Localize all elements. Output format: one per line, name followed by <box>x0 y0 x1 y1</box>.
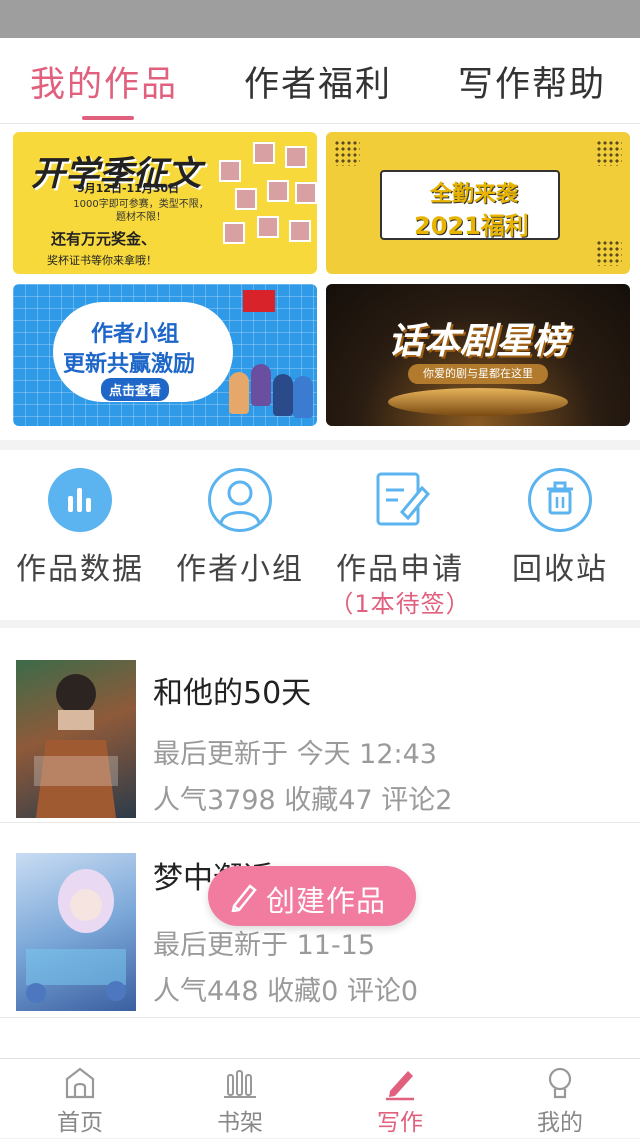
banner-attendance-bonus[interactable]: 全勤来袭 2021福利 <box>326 132 630 274</box>
list-item[interactable]: 和他的50天 最后更新于 今天 12:43 人气3798 收藏47 评论2 <box>0 628 640 823</box>
create-work-label: 创建作品 <box>266 884 387 918</box>
flag-icon <box>243 290 275 312</box>
bottom-nav: 首页 书架 写作 我的 <box>0 1058 640 1138</box>
quick-actions: 作品数据 作者小组 作品申请 （1本待签） 回收站 <box>0 450 640 620</box>
action-work-data[interactable]: 作品数据 <box>0 450 160 620</box>
photo-thumbnail <box>289 220 311 242</box>
photo-thumbnail <box>235 188 257 210</box>
banner-title: 话本剧星榜 <box>388 321 569 362</box>
photo-thumbnail <box>267 180 289 202</box>
profile-icon <box>548 1067 572 1099</box>
nav-write[interactable]: 写作 <box>320 1059 480 1139</box>
banner-line2: 2021福利 <box>414 212 529 240</box>
pencil-icon <box>231 884 257 912</box>
photo-thumbnail <box>219 160 241 182</box>
banner-view-button[interactable]: 点击查看 <box>101 378 170 401</box>
works-list: 和他的50天 最后更新于 今天 12:43 人气3798 收藏47 评论2 梦中… <box>0 628 640 1058</box>
action-label: 作品申请 <box>336 552 464 587</box>
tab-author-benefits[interactable]: 作者福利 <box>244 56 392 107</box>
person-figure <box>229 372 249 414</box>
nav-label: 书架 <box>217 1110 263 1136</box>
banner-prize: 还有万元奖金、 <box>51 230 157 248</box>
top-tab-bar: 我的作品 作者福利 写作帮助 <box>0 38 640 124</box>
banner-line1: 全勤来袭 <box>430 182 519 207</box>
book-cover <box>16 853 136 1011</box>
action-label: 作者小组 <box>176 552 304 587</box>
group-icon <box>208 468 272 532</box>
photo-thumbnail <box>257 216 279 238</box>
person-figure <box>273 374 293 416</box>
edit-doc-icon <box>368 468 432 532</box>
nav-profile[interactable]: 我的 <box>480 1059 640 1139</box>
banner-line2: 更新共赢激励 <box>63 352 196 377</box>
action-author-group[interactable]: 作者小组 <box>160 450 320 620</box>
banner-drama-ranking[interactable]: 话本剧星榜 你爱的剧与星都在这里 <box>326 284 630 426</box>
banner-grid: 开学季征文 9月12日-11月30日 1000字即可参赛，类型不限，题材不限！ … <box>0 124 640 440</box>
trash-icon <box>528 468 592 532</box>
pending-sign-count: （1本待签） <box>329 590 471 618</box>
nav-label: 首页 <box>57 1110 103 1136</box>
home-icon <box>65 1067 95 1099</box>
work-updated: 最后更新于 今天 12:43 <box>153 739 437 770</box>
person-figure <box>251 364 271 406</box>
nav-label: 写作 <box>377 1110 423 1136</box>
chart-icon <box>48 468 112 532</box>
person-figure <box>293 376 313 418</box>
banner-prize-detail: 奖杯证书等你来拿哦！ <box>47 254 157 267</box>
action-label: 回收站 <box>512 552 608 587</box>
work-stats: 人气3798 收藏47 评论2 <box>153 785 453 816</box>
dot-pattern <box>596 140 622 166</box>
dot-pattern <box>596 240 622 266</box>
action-work-apply[interactable]: 作品申请 （1本待签） <box>320 450 480 620</box>
banner-subtitle: 你爱的剧与星都在这里 <box>408 364 548 384</box>
banner-line1: 作者小组 <box>91 322 180 347</box>
book-cover <box>16 660 136 818</box>
tab-my-works[interactable]: 我的作品 <box>30 56 178 107</box>
banner-date: 9月12日-11月30日 <box>77 182 180 195</box>
nav-bookshelf[interactable]: 书架 <box>160 1059 320 1139</box>
photo-thumbnail <box>295 182 317 204</box>
create-work-button[interactable]: 创建作品 <box>208 866 416 926</box>
active-tab-indicator <box>82 116 134 120</box>
banner-desc: 1000字即可参赛，类型不限，题材不限！ <box>73 199 209 223</box>
tab-writing-help[interactable]: 写作帮助 <box>458 56 606 107</box>
action-recycle-bin[interactable]: 回收站 <box>480 450 640 620</box>
status-bar <box>0 0 640 38</box>
photo-thumbnail <box>253 142 275 164</box>
pen-icon <box>386 1071 414 1101</box>
bookshelf-icon <box>224 1070 256 1098</box>
work-updated: 最后更新于 11-15 <box>153 930 376 961</box>
banner-essay-contest[interactable]: 开学季征文 9月12日-11月30日 1000字即可参赛，类型不限，题材不限！ … <box>13 132 317 274</box>
action-label: 作品数据 <box>16 552 144 587</box>
nav-home[interactable]: 首页 <box>0 1059 160 1139</box>
work-title: 和他的50天 <box>153 676 312 711</box>
dot-pattern <box>334 140 360 166</box>
banner-author-group[interactable]: 作者小组 更新共赢激励 点击查看 <box>13 284 317 426</box>
stage-shape <box>388 388 568 416</box>
work-stats: 人气448 收藏0 评论0 <box>153 976 419 1007</box>
nav-label: 我的 <box>537 1110 583 1136</box>
photo-thumbnail <box>285 146 307 168</box>
photo-thumbnail <box>223 222 245 244</box>
